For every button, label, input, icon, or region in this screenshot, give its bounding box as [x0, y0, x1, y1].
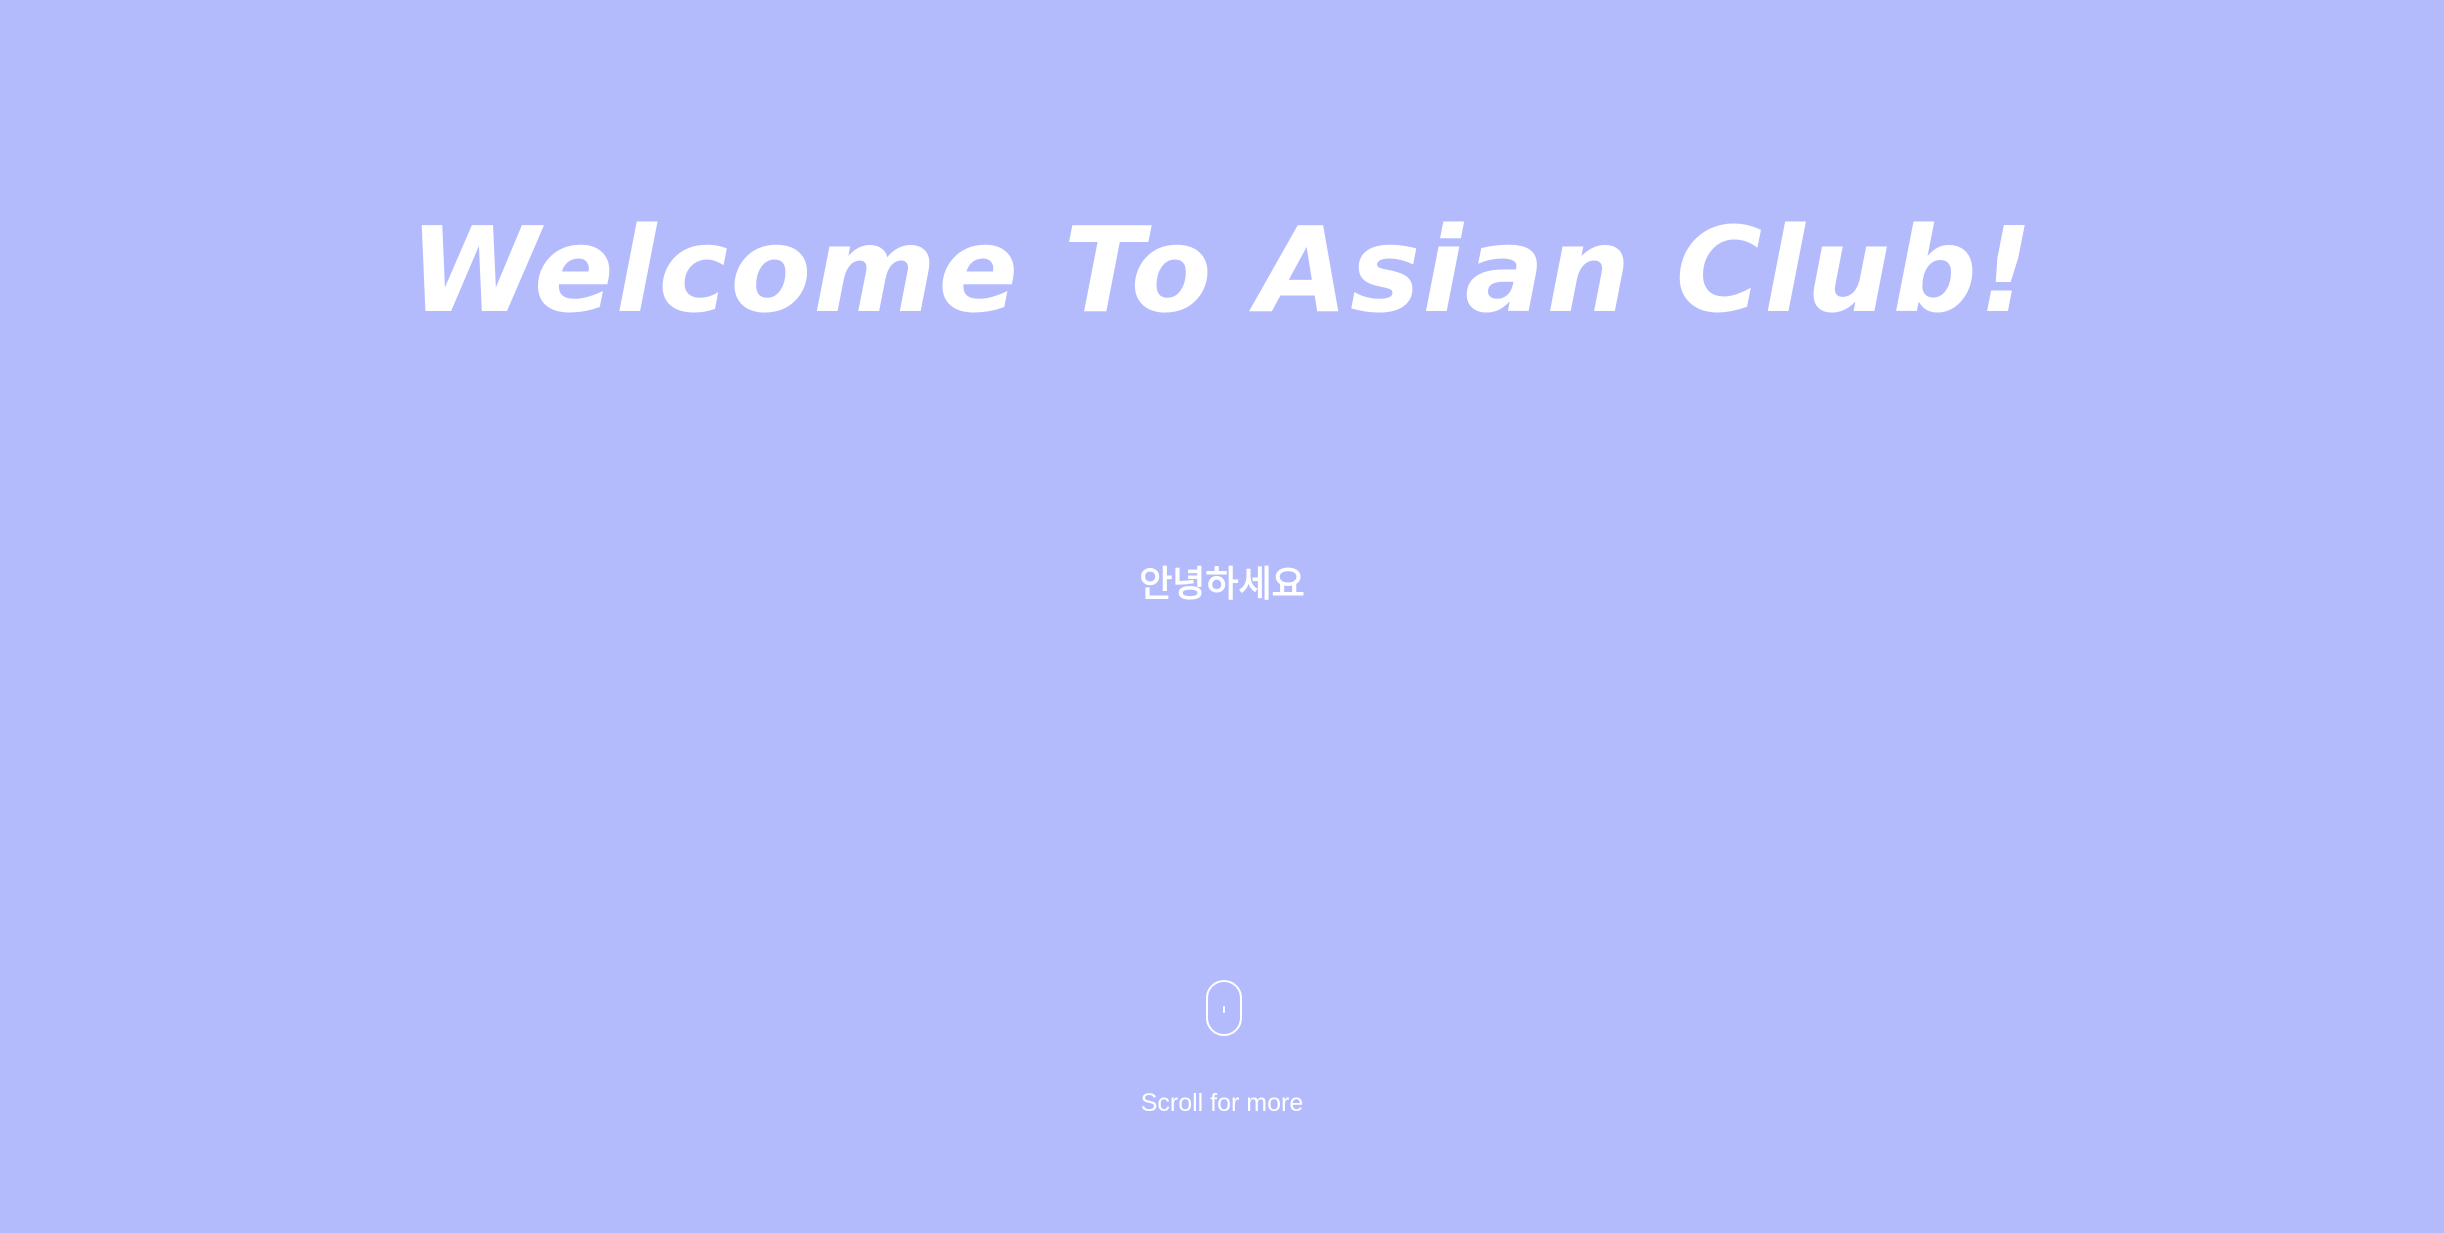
greeting-text: 안녕하세요: [1139, 564, 1305, 605]
scroll-wheel: [1223, 1006, 1225, 1013]
mouse-scroll-icon[interactable]: [1206, 980, 1242, 1036]
page-title: Welcome To Asian Club!: [409, 201, 2035, 339]
page: { "hero": { "title": "Welcome To Asian C…: [0, 0, 2444, 1233]
scroll-hint-label: Scroll for more: [1140, 1089, 1304, 1117]
